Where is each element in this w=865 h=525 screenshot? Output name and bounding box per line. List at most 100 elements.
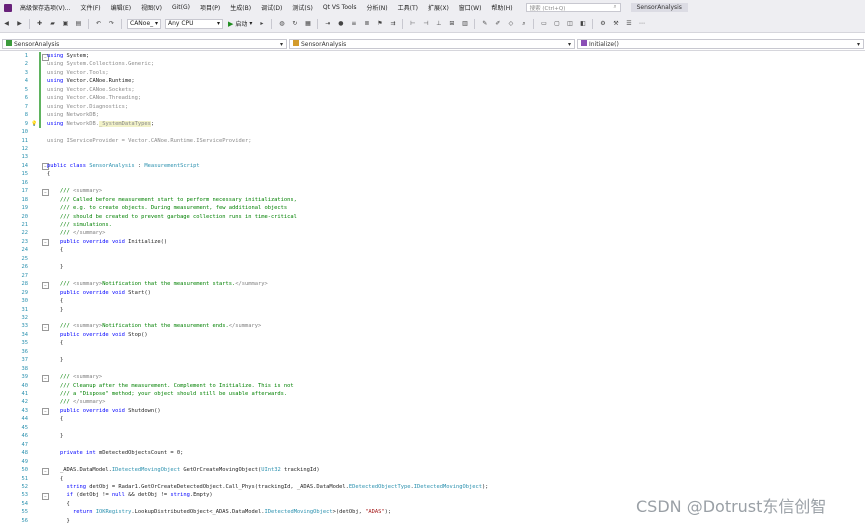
shape-icon[interactable]: ◇: [506, 19, 515, 28]
breakpoint-icon[interactable]: ●: [336, 19, 345, 28]
code-line[interactable]: 7 using Vector.Diagnostics;: [0, 103, 865, 111]
search-input[interactable]: 搜索 (Ctrl+Q) ⌕: [525, 3, 621, 12]
grid-icon[interactable]: ⊞: [447, 19, 456, 28]
code-line[interactable]: 32: [0, 314, 865, 322]
code-line[interactable]: 1− using System;: [0, 52, 865, 61]
menu-help[interactable]: 帮助(H): [486, 3, 517, 12]
code-line[interactable]: 2 using System.Collections.Generic;: [0, 60, 865, 68]
code-line[interactable]: 34 public override void Stop(): [0, 331, 865, 339]
diagnostics-icon[interactable]: ▦: [303, 19, 312, 28]
wrench-icon[interactable]: ⚒: [611, 19, 620, 28]
code-line[interactable]: 15 {: [0, 170, 865, 178]
attach-icon[interactable]: ▸: [257, 19, 266, 28]
back-icon[interactable]: ◀: [2, 19, 11, 28]
code-line[interactable]: 50− _ADAS.DataModel.IDetectedMovingObjec…: [0, 466, 865, 475]
code-line[interactable]: 21 /// simulations.: [0, 221, 865, 229]
code-line[interactable]: 36: [0, 348, 865, 356]
code-editor[interactable]: 1− using System; 2 using System.Collections…: [0, 51, 865, 525]
format-icon[interactable]: ▥: [460, 19, 469, 28]
code-line[interactable]: 51 {: [0, 475, 865, 483]
lightbulb-icon[interactable]: 💡: [31, 120, 37, 128]
code-line[interactable]: 35 {: [0, 339, 865, 347]
code-line[interactable]: 26 }: [0, 263, 865, 271]
member-dropdown[interactable]: Initialize() ▾: [577, 39, 864, 49]
code-line[interactable]: 28− /// <summary>Notification that the m…: [0, 280, 865, 289]
code-line[interactable]: 5 using Vector.CANoe.Sockets;: [0, 86, 865, 94]
menu-git[interactable]: Git(G): [167, 4, 195, 11]
brush-icon[interactable]: ✐: [493, 19, 502, 28]
code-line[interactable]: 3 using Vector.Tools;: [0, 69, 865, 77]
tools-icon[interactable]: ⚙: [598, 19, 607, 28]
forward-icon[interactable]: ▶: [15, 19, 24, 28]
code-line[interactable]: 49: [0, 458, 865, 466]
code-line[interactable]: 52 string detObj = Radar1.GetOrCreateDet…: [0, 483, 865, 491]
code-line[interactable]: 13: [0, 153, 865, 161]
comment-icon[interactable]: ≡: [349, 19, 358, 28]
menu-build[interactable]: 生成(B): [225, 3, 256, 12]
code-line[interactable]: 27: [0, 272, 865, 280]
panel-icon[interactable]: ◧: [578, 19, 587, 28]
align-left-icon[interactable]: ⊢: [408, 19, 417, 28]
code-line[interactable]: 16: [0, 179, 865, 187]
class-dropdown[interactable]: SensorAnalysis ▾: [289, 39, 575, 49]
code-line[interactable]: 14− public class SensorAnalysis : Measure…: [0, 162, 865, 171]
start-button[interactable]: ▶ 启动 ▾: [228, 19, 252, 29]
pencil-icon[interactable]: ✎: [480, 19, 489, 28]
configuration-dropdown[interactable]: CANoe_ ▾: [127, 18, 161, 29]
open-folder-icon[interactable]: ▰: [48, 19, 57, 28]
menu-project[interactable]: 项目(P): [195, 3, 225, 12]
align-center-icon[interactable]: ⊣: [421, 19, 430, 28]
code-line[interactable]: 18 /// Called before measurement start t…: [0, 196, 865, 204]
menu-view[interactable]: 视图(V): [136, 3, 167, 12]
code-line[interactable]: 56 }: [0, 517, 865, 525]
menu-edit[interactable]: 编辑(E): [106, 3, 136, 12]
code-line[interactable]: 6 using Vector.CANoe.Threading;: [0, 94, 865, 102]
menu-extensions[interactable]: 扩展(X): [423, 3, 454, 12]
window-icon[interactable]: ▢: [552, 19, 561, 28]
code-line[interactable]: 41 /// a "Dispose" method; your object s…: [0, 390, 865, 398]
code-line[interactable]: 44 {: [0, 415, 865, 423]
code-line[interactable]: 25: [0, 255, 865, 263]
code-line[interactable]: 23− public override void Initialize(): [0, 238, 865, 247]
menu-window[interactable]: 窗口(W): [454, 3, 487, 12]
bookmark-icon[interactable]: ⚑: [375, 19, 384, 28]
code-line[interactable]: 20 /// should be created to prevent garb…: [0, 213, 865, 221]
code-line[interactable]: 10: [0, 128, 865, 136]
redo-icon[interactable]: ↷: [107, 19, 116, 28]
code-line[interactable]: 43− public override void Shutdown(): [0, 407, 865, 416]
menu-qt-vs-tools[interactable]: Qt VS Tools: [318, 4, 362, 11]
split-icon[interactable]: ◫: [565, 19, 574, 28]
code-line[interactable]: 39− /// <summary>: [0, 373, 865, 382]
indent-icon[interactable]: ⇉: [388, 19, 397, 28]
zoom-icon[interactable]: ⌕: [519, 19, 528, 28]
menu-file[interactable]: 文件(F): [76, 3, 106, 12]
code-line[interactable]: 46 }: [0, 432, 865, 440]
fire-icon[interactable]: ◍: [277, 19, 286, 28]
save-icon[interactable]: ▣: [61, 19, 70, 28]
code-line[interactable]: 42 /// </summary>: [0, 398, 865, 406]
new-project-icon[interactable]: ✚: [35, 19, 44, 28]
code-line[interactable]: 29 public override void Start(): [0, 289, 865, 297]
layout-icon[interactable]: ▭: [539, 19, 548, 28]
more-icon[interactable]: ⋯: [637, 19, 646, 28]
menu-debug[interactable]: 调试(D): [256, 3, 287, 12]
hot-reload-icon[interactable]: ↻: [290, 19, 299, 28]
code-line[interactable]: 9 💡 using NetworkDB._SystemDataTypes;: [0, 120, 865, 128]
step-icon[interactable]: ⇥: [323, 19, 332, 28]
code-line[interactable]: 12: [0, 145, 865, 153]
code-line[interactable]: 37 }: [0, 356, 865, 364]
menu-test[interactable]: 测试(S): [287, 3, 318, 12]
code-line[interactable]: 38: [0, 365, 865, 373]
code-line[interactable]: 24 {: [0, 246, 865, 254]
code-line[interactable]: 17− /// <summary>: [0, 187, 865, 196]
code-line[interactable]: 33− /// <summary>Notification that the m…: [0, 322, 865, 331]
code-line[interactable]: 22 /// </summary>: [0, 229, 865, 237]
code-line[interactable]: 30 {: [0, 297, 865, 305]
code-line[interactable]: 47: [0, 441, 865, 449]
code-line[interactable]: 31 }: [0, 306, 865, 314]
menu-tools[interactable]: 工具(T): [393, 3, 423, 12]
code-line[interactable]: 11 using IServiceProvider = Vector.CANoe.…: [0, 137, 865, 145]
code-line[interactable]: 8 using NetworkDB;: [0, 111, 865, 119]
menu-advanced-save[interactable]: 高级保存选项(V)...: [15, 3, 76, 12]
code-line[interactable]: 48 private int mDetectedObjectsCount = 0…: [0, 449, 865, 457]
